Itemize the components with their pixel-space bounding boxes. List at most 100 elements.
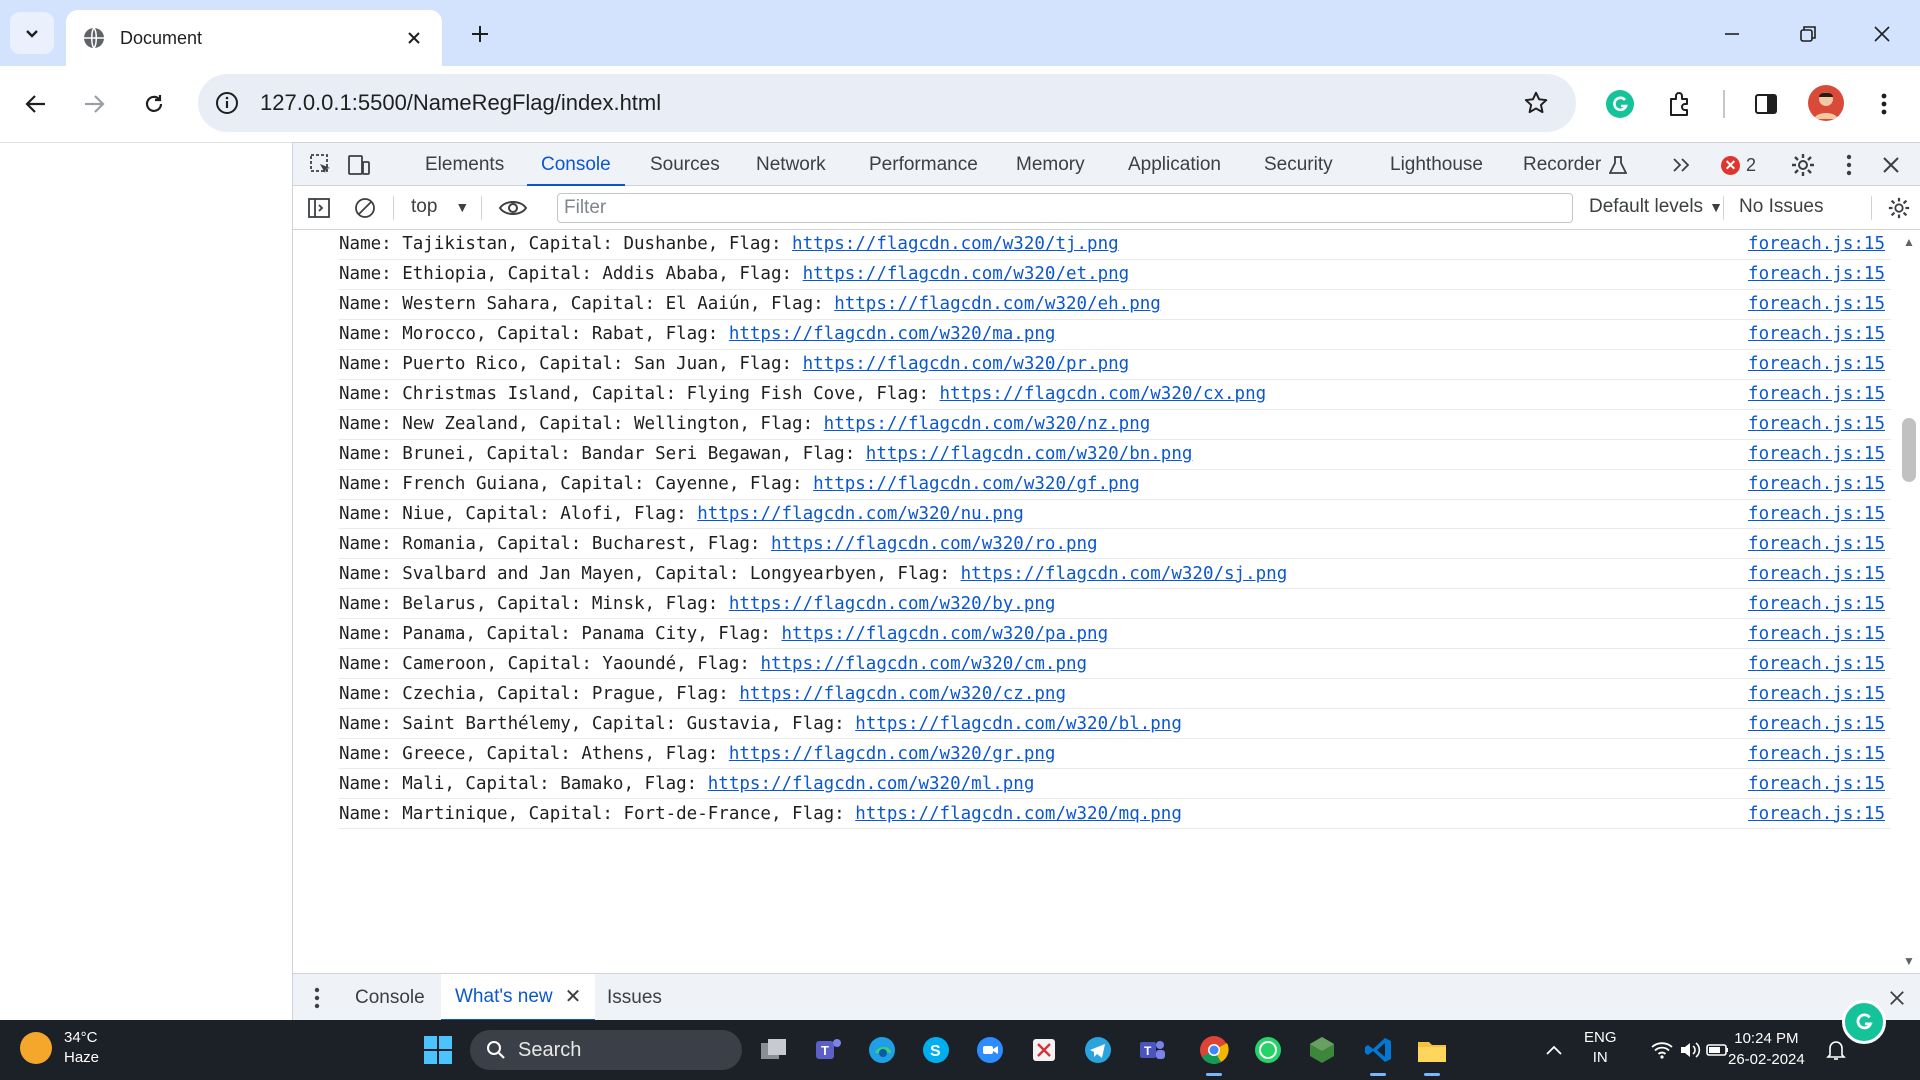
context-selector[interactable]: top ▼ bbox=[411, 196, 469, 218]
flag-url-link[interactable]: https://flagcdn.com/w320/eh.png bbox=[834, 294, 1161, 314]
source-location-link[interactable]: foreach.js:15 bbox=[1748, 654, 1885, 674]
extensions-puzzle-icon[interactable] bbox=[1660, 84, 1700, 124]
teams-icon[interactable]: T bbox=[1132, 1030, 1172, 1070]
console-scrollbar[interactable]: ▲ ▼ bbox=[1897, 230, 1920, 973]
live-expression-eye-icon[interactable] bbox=[497, 192, 529, 224]
flag-url-link[interactable]: https://flagcdn.com/w320/bl.png bbox=[855, 714, 1182, 734]
scroll-up-arrow-icon[interactable]: ▲ bbox=[1903, 236, 1915, 248]
scroll-down-arrow-icon[interactable]: ▼ bbox=[1903, 955, 1915, 967]
more-tabs-chevron-icon[interactable] bbox=[1665, 149, 1697, 181]
back-button[interactable] bbox=[16, 84, 56, 124]
device-toolbar-icon[interactable] bbox=[343, 149, 375, 181]
source-location-link[interactable]: foreach.js:15 bbox=[1748, 684, 1885, 704]
source-location-link[interactable]: foreach.js:15 bbox=[1748, 264, 1885, 284]
flag-url-link[interactable]: https://flagcdn.com/w320/pa.png bbox=[782, 624, 1109, 644]
close-drawer-icon[interactable] bbox=[1881, 982, 1913, 1014]
flag-url-link[interactable]: https://flagcdn.com/w320/ml.png bbox=[708, 774, 1035, 794]
forward-button[interactable] bbox=[74, 84, 114, 124]
inspect-element-icon[interactable] bbox=[305, 149, 337, 181]
tab-security[interactable]: Security bbox=[1264, 143, 1333, 186]
drawer-tab-issues[interactable]: Issues bbox=[607, 974, 662, 1022]
log-levels-dropdown[interactable]: Default levels ▼ bbox=[1589, 196, 1723, 218]
console-settings-gear-icon[interactable] bbox=[1883, 192, 1915, 224]
source-location-link[interactable]: foreach.js:15 bbox=[1748, 324, 1885, 344]
flag-url-link[interactable]: https://flagcdn.com/w320/bn.png bbox=[866, 444, 1193, 464]
source-location-link[interactable]: foreach.js:15 bbox=[1748, 354, 1885, 374]
close-drawer-tab-icon[interactable]: ✕ bbox=[565, 984, 582, 1009]
flag-url-link[interactable]: https://flagcdn.com/w320/cz.png bbox=[739, 684, 1066, 704]
tab-sources[interactable]: Sources bbox=[650, 143, 720, 186]
source-location-link[interactable]: foreach.js:15 bbox=[1748, 744, 1885, 764]
settings-gear-icon[interactable] bbox=[1787, 149, 1819, 181]
whatsapp-icon[interactable] bbox=[1248, 1030, 1288, 1070]
source-location-link[interactable]: foreach.js:15 bbox=[1748, 234, 1885, 254]
tab-console[interactable]: Console bbox=[527, 143, 625, 187]
error-count-badge[interactable]: ✕ 2 bbox=[1721, 155, 1756, 176]
grammarly-extension-icon[interactable] bbox=[1600, 84, 1640, 124]
task-view-icon[interactable] bbox=[754, 1030, 794, 1070]
telegram-icon[interactable] bbox=[1078, 1030, 1118, 1070]
grammarly-floating-icon[interactable] bbox=[1842, 1000, 1886, 1044]
console-filter-input[interactable]: Filter bbox=[557, 193, 1573, 223]
tab-memory[interactable]: Memory bbox=[1016, 143, 1085, 186]
flag-url-link[interactable]: https://flagcdn.com/w320/et.png bbox=[803, 264, 1130, 284]
flag-url-link[interactable]: https://flagcdn.com/w320/tj.png bbox=[792, 234, 1119, 254]
clear-console-icon[interactable] bbox=[349, 192, 381, 224]
tab-performance[interactable]: Performance bbox=[869, 143, 978, 186]
scroll-thumb[interactable] bbox=[1902, 418, 1916, 482]
source-location-link[interactable]: foreach.js:15 bbox=[1748, 504, 1885, 524]
flag-url-link[interactable]: https://flagcdn.com/w320/mq.png bbox=[855, 804, 1182, 824]
new-tab-button[interactable] bbox=[464, 18, 496, 50]
source-location-link[interactable]: foreach.js:15 bbox=[1748, 804, 1885, 824]
show-hidden-icons-chevron-icon[interactable] bbox=[1534, 1030, 1574, 1070]
flag-url-link[interactable]: https://flagcdn.com/w320/ma.png bbox=[729, 324, 1056, 344]
devtools-menu-icon[interactable] bbox=[1833, 149, 1865, 181]
site-info-icon[interactable] bbox=[210, 86, 244, 120]
drawer-tab-console[interactable]: Console bbox=[355, 974, 425, 1022]
close-devtools-icon[interactable] bbox=[1875, 149, 1907, 181]
tab-recorder[interactable]: Recorder bbox=[1523, 143, 1628, 186]
chrome-menu-icon[interactable] bbox=[1864, 84, 1904, 124]
source-location-link[interactable]: foreach.js:15 bbox=[1748, 444, 1885, 464]
flag-url-link[interactable]: https://flagcdn.com/w320/cx.png bbox=[940, 384, 1267, 404]
sidebar-toggle-icon[interactable] bbox=[303, 192, 335, 224]
skype-icon[interactable]: S bbox=[916, 1030, 956, 1070]
minimize-button[interactable] bbox=[1712, 14, 1752, 54]
start-windows-icon[interactable] bbox=[418, 1030, 458, 1070]
flag-url-link[interactable]: https://flagcdn.com/w320/nz.png bbox=[824, 414, 1151, 434]
source-location-link[interactable]: foreach.js:15 bbox=[1748, 624, 1885, 644]
source-location-link[interactable]: foreach.js:15 bbox=[1748, 774, 1885, 794]
browser-tab[interactable]: Document bbox=[66, 10, 442, 66]
flag-url-link[interactable]: https://flagcdn.com/w320/ro.png bbox=[771, 534, 1098, 554]
source-location-link[interactable]: foreach.js:15 bbox=[1748, 594, 1885, 614]
reload-button[interactable] bbox=[134, 84, 174, 124]
tab-search-button[interactable] bbox=[10, 12, 54, 54]
vscode-icon[interactable] bbox=[1358, 1030, 1398, 1076]
tab-application[interactable]: Application bbox=[1128, 143, 1221, 186]
flag-url-link[interactable]: https://flagcdn.com/w320/nu.png bbox=[697, 504, 1024, 524]
input-language[interactable]: ENG IN bbox=[1584, 1028, 1617, 1068]
drawer-menu-icon[interactable] bbox=[301, 982, 333, 1014]
drawer-tab-whats-new[interactable]: What's new ✕ bbox=[441, 974, 596, 1022]
bookmark-star-icon[interactable] bbox=[1516, 83, 1556, 123]
flag-url-link[interactable]: https://flagcdn.com/w320/pr.png bbox=[803, 354, 1130, 374]
profile-avatar[interactable] bbox=[1808, 85, 1844, 121]
source-location-link[interactable]: foreach.js:15 bbox=[1748, 414, 1885, 434]
flag-url-link[interactable]: https://flagcdn.com/w320/gf.png bbox=[813, 474, 1140, 494]
close-window-button[interactable] bbox=[1862, 14, 1902, 54]
chrome-icon[interactable] bbox=[1194, 1030, 1234, 1076]
teams-chat-icon[interactable]: T bbox=[808, 1030, 848, 1070]
flag-url-link[interactable]: https://flagcdn.com/w320/by.png bbox=[729, 594, 1056, 614]
node-hexagon-icon[interactable] bbox=[1302, 1030, 1342, 1070]
snipping-tool-icon[interactable] bbox=[1024, 1030, 1064, 1070]
source-location-link[interactable]: foreach.js:15 bbox=[1748, 714, 1885, 734]
source-location-link[interactable]: foreach.js:15 bbox=[1748, 534, 1885, 554]
flag-url-link[interactable]: https://flagcdn.com/w320/gr.png bbox=[729, 744, 1056, 764]
close-tab-icon[interactable] bbox=[402, 26, 426, 50]
weather-widget[interactable]: 34°C Haze bbox=[20, 1028, 99, 1068]
source-location-link[interactable]: foreach.js:15 bbox=[1748, 564, 1885, 584]
url-text[interactable]: 127.0.0.1:5500/NameRegFlag/index.html bbox=[260, 90, 1516, 116]
flag-url-link[interactable]: https://flagcdn.com/w320/sj.png bbox=[961, 564, 1288, 584]
taskbar-search[interactable]: Search bbox=[470, 1030, 742, 1070]
system-clock[interactable]: 10:24 PM 26-02-2024 bbox=[1728, 1028, 1805, 1070]
